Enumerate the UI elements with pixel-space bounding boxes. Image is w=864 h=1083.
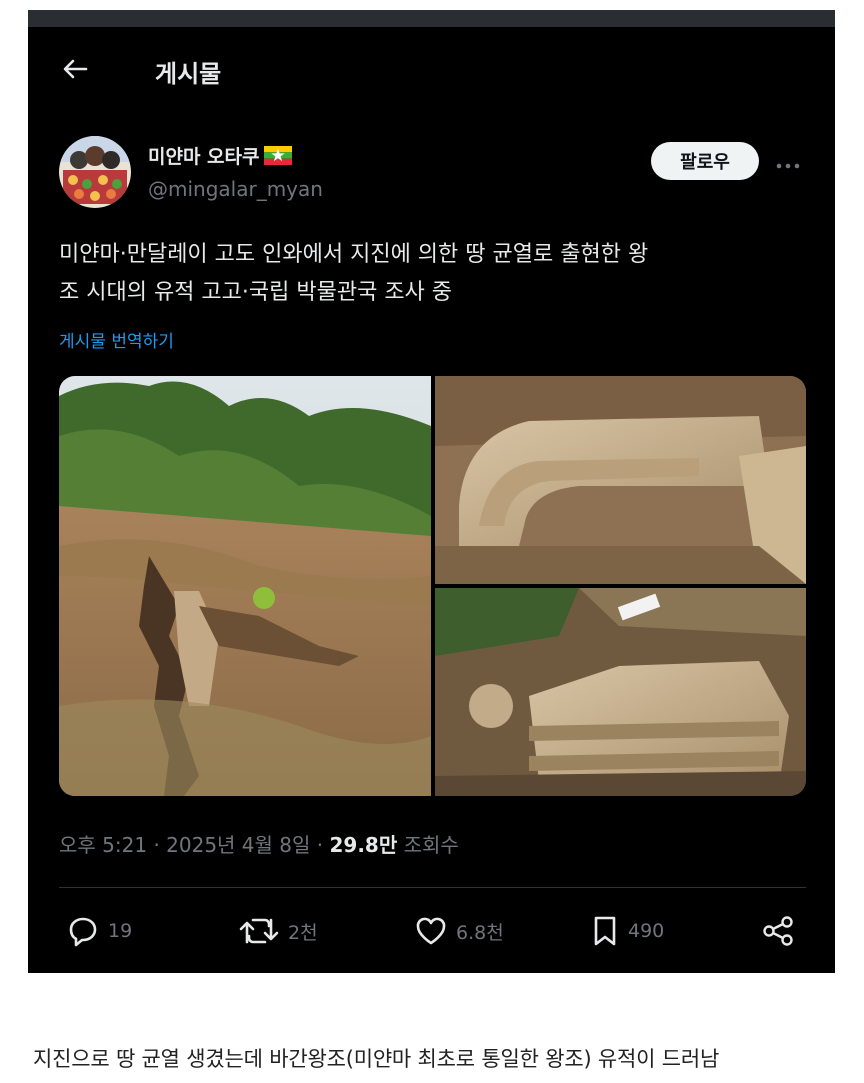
photo-bottom-right[interactable]: [435, 588, 806, 796]
views-label: 조회수: [403, 833, 459, 857]
reply-button[interactable]: 19: [66, 914, 132, 948]
bookmark-count: 490: [628, 920, 665, 942]
reply-count: 19: [108, 920, 133, 942]
like-button[interactable]: 6.8천: [414, 914, 504, 948]
translate-link[interactable]: 게시물 번역하기: [59, 327, 174, 352]
user-handle[interactable]: @mingalar_myan: [148, 177, 323, 201]
display-name[interactable]: 미얀마 오타쿠: [148, 142, 292, 169]
bookmark-button[interactable]: 490: [590, 914, 664, 948]
photo-top-right[interactable]: [435, 376, 806, 584]
more-icon[interactable]: [775, 148, 801, 176]
follow-button[interactable]: 팔로우: [651, 142, 759, 180]
top-bar: [28, 10, 835, 27]
share-icon: [761, 914, 795, 948]
reply-icon: [66, 914, 100, 948]
divider: [59, 887, 806, 888]
like-icon: [414, 914, 448, 948]
post-text: 미얀마·만달레이 고도 인와에서 지진에 의한 땅 균열로 출현한 왕 조 시대…: [59, 236, 804, 312]
post-time[interactable]: 오후 5:21: [59, 833, 147, 857]
back-arrow-icon[interactable]: [60, 54, 90, 84]
page-title: 게시물: [155, 60, 222, 88]
like-count: 6.8천: [456, 921, 504, 944]
post-date[interactable]: 2025년 4월 8일: [166, 833, 310, 857]
meta-separator: ·: [316, 833, 330, 857]
share-button[interactable]: [761, 914, 795, 948]
photo-grid: [59, 376, 806, 796]
header: 게시물: [28, 40, 807, 100]
bookmark-icon: [590, 914, 620, 948]
post-text-line: 조 시대의 유적 고고·국립 박물관국 조사 중: [59, 280, 453, 305]
photo-left[interactable]: [59, 376, 431, 796]
avatar[interactable]: [59, 136, 131, 208]
repost-icon: [238, 914, 280, 948]
post-meta: 오후 5:21 · 2025년 4월 8일 · 29.8만 조회수: [59, 829, 459, 858]
repost-count: 2천: [288, 921, 318, 944]
display-name-text: 미얀마 오타쿠: [148, 146, 260, 168]
meta-separator: ·: [153, 833, 167, 857]
repost-button[interactable]: 2천: [238, 914, 318, 948]
caption-text: 지진으로 땅 균열 생겼는데 바간왕조(미얀마 최초로 통일한 왕조) 유적이 …: [33, 1047, 720, 1071]
views-count: 29.8만: [329, 833, 398, 857]
myanmar-flag-icon: [263, 146, 292, 165]
post-text-line: 미얀마·만달레이 고도 인와에서 지진에 의한 땅 균열로 출현한 왕: [59, 242, 649, 267]
